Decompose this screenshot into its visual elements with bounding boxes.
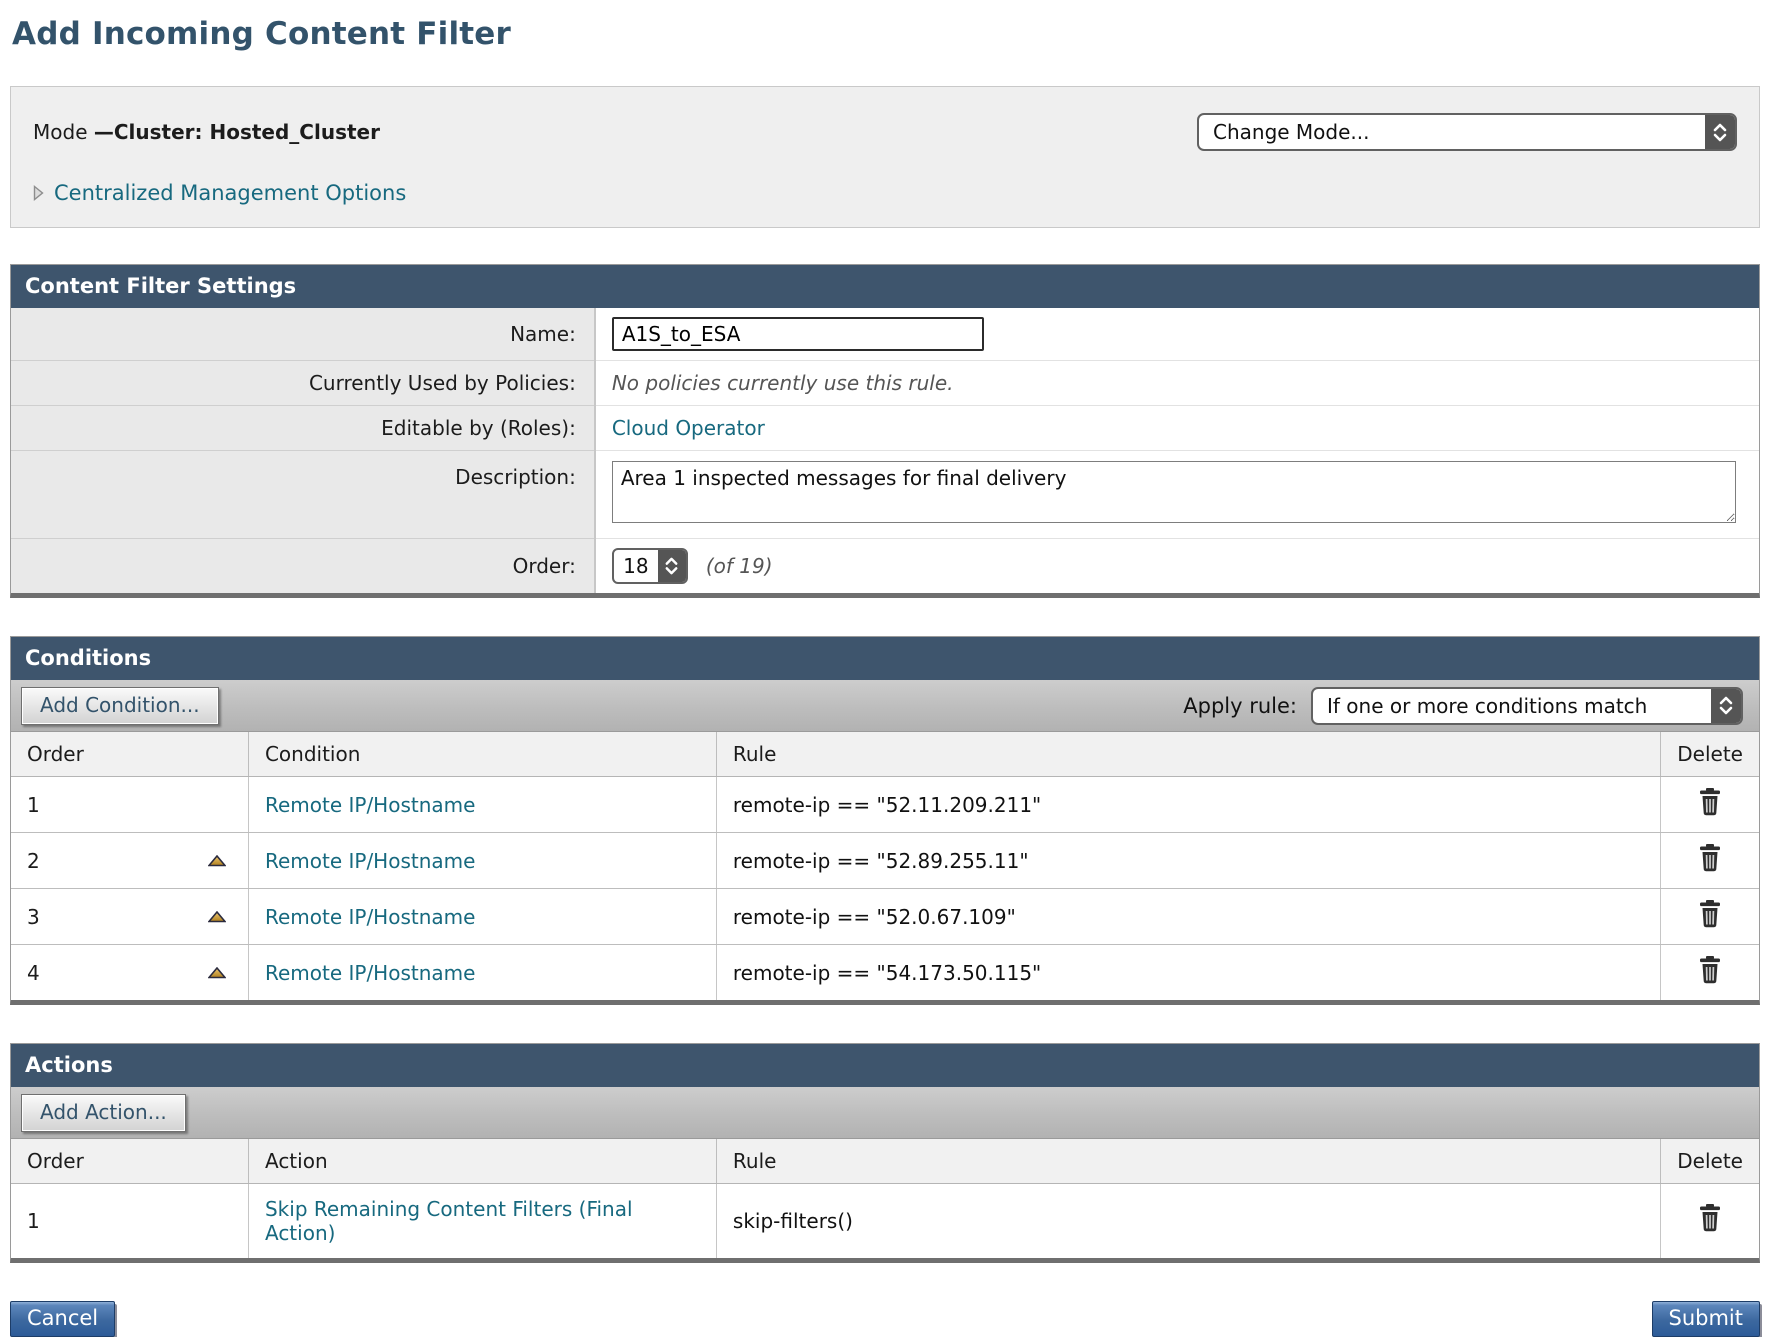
column-header-delete: Delete bbox=[1661, 732, 1759, 777]
policies-value: No policies currently use this rule. bbox=[612, 371, 954, 395]
table-row: Name: bbox=[11, 308, 1759, 361]
order-suffix: (of 19) bbox=[706, 554, 773, 578]
conditions-header: Conditions bbox=[11, 637, 1759, 680]
row-order: 4 bbox=[27, 961, 40, 985]
trash-icon[interactable] bbox=[1697, 1203, 1723, 1233]
change-mode-value: Change Mode... bbox=[1213, 120, 1693, 144]
content-filter-settings-panel: Content Filter Settings Name: Currently … bbox=[10, 264, 1760, 598]
column-header-condition: Condition bbox=[248, 732, 716, 777]
mode-panel: Mode —Cluster: Hosted_Cluster Change Mod… bbox=[10, 86, 1760, 228]
condition-link[interactable]: Remote IP/Hostname bbox=[265, 961, 475, 985]
trash-icon[interactable] bbox=[1697, 843, 1723, 873]
column-header-delete: Delete bbox=[1661, 1139, 1759, 1184]
cancel-button[interactable]: Cancel bbox=[10, 1301, 115, 1337]
add-action-button[interactable]: Add Action... bbox=[21, 1094, 186, 1132]
actions-table: Order Action Rule Delete 1 Skip Remainin… bbox=[11, 1139, 1759, 1258]
column-header-rule: Rule bbox=[716, 1139, 1660, 1184]
add-condition-button[interactable]: Add Condition... bbox=[21, 687, 219, 725]
editable-label: Editable by (Roles): bbox=[11, 406, 595, 451]
column-header-action: Action bbox=[248, 1139, 716, 1184]
select-stepper-icon bbox=[1711, 689, 1741, 723]
order-select[interactable]: 18 bbox=[612, 548, 688, 584]
description-textarea[interactable]: Area 1 inspected messages for final deli… bbox=[612, 461, 1736, 523]
select-stepper-icon bbox=[1705, 115, 1735, 149]
actions-toolbar: Add Action... bbox=[11, 1087, 1759, 1139]
mode-value: —Cluster: Hosted_Cluster bbox=[94, 120, 380, 144]
table-row: 4 Remote IP/Hostname remote-ip == "54.17… bbox=[11, 945, 1759, 1001]
condition-link[interactable]: Remote IP/Hostname bbox=[265, 849, 475, 873]
conditions-panel: Conditions Add Condition... Apply rule: … bbox=[10, 636, 1760, 1005]
table-row: 3 Remote IP/Hostname remote-ip == "52.0.… bbox=[11, 889, 1759, 945]
column-header-order: Order bbox=[11, 732, 248, 777]
apply-rule-select[interactable]: If one or more conditions match bbox=[1311, 687, 1743, 725]
conditions-header-row: Order Condition Rule Delete bbox=[11, 732, 1759, 777]
row-order: 1 bbox=[27, 793, 40, 817]
trash-icon[interactable] bbox=[1697, 787, 1723, 817]
settings-header: Content Filter Settings bbox=[11, 265, 1759, 308]
move-up-icon[interactable] bbox=[208, 911, 226, 923]
rule-text: skip-filters() bbox=[733, 1209, 853, 1233]
conditions-toolbar: Add Condition... Apply rule: If one or m… bbox=[11, 680, 1759, 732]
policies-label: Currently Used by Policies: bbox=[11, 361, 595, 406]
table-row: Editable by (Roles): Cloud Operator bbox=[11, 406, 1759, 451]
select-stepper-icon bbox=[658, 550, 686, 582]
editable-roles-link[interactable]: Cloud Operator bbox=[612, 416, 765, 440]
row-order: 3 bbox=[27, 905, 40, 929]
name-label: Name: bbox=[11, 308, 595, 361]
condition-link[interactable]: Remote IP/Hostname bbox=[265, 905, 475, 929]
condition-link[interactable]: Remote IP/Hostname bbox=[265, 793, 475, 817]
apply-rule-label: Apply rule: bbox=[1183, 694, 1297, 718]
rule-text: remote-ip == "54.173.50.115" bbox=[733, 961, 1041, 985]
move-up-icon[interactable] bbox=[208, 855, 226, 867]
column-header-order: Order bbox=[11, 1139, 248, 1184]
rule-text: remote-ip == "52.0.67.109" bbox=[733, 905, 1016, 929]
settings-table: Name: Currently Used by Policies: No pol… bbox=[11, 308, 1759, 593]
order-value: 18 bbox=[614, 554, 658, 578]
table-row: Description: Area 1 inspected messages f… bbox=[11, 451, 1759, 539]
change-mode-select[interactable]: Change Mode... bbox=[1197, 113, 1737, 151]
action-link[interactable]: Skip Remaining Content Filters (Final Ac… bbox=[265, 1197, 633, 1245]
mode-label: Mode bbox=[33, 120, 94, 144]
rule-text: remote-ip == "52.89.255.11" bbox=[733, 849, 1029, 873]
table-row: 1 Remote IP/Hostname remote-ip == "52.11… bbox=[11, 777, 1759, 833]
table-row: 2 Remote IP/Hostname remote-ip == "52.89… bbox=[11, 833, 1759, 889]
trash-icon[interactable] bbox=[1697, 899, 1723, 929]
footer-bar: Cancel Submit bbox=[10, 1301, 1760, 1337]
table-row: 1 Skip Remaining Content Filters (Final … bbox=[11, 1184, 1759, 1258]
actions-header: Actions bbox=[11, 1044, 1759, 1087]
actions-header-row: Order Action Rule Delete bbox=[11, 1139, 1759, 1184]
rule-text: remote-ip == "52.11.209.211" bbox=[733, 793, 1041, 817]
order-label: Order: bbox=[11, 539, 595, 594]
trash-icon[interactable] bbox=[1697, 955, 1723, 985]
disclosure-triangle-icon[interactable] bbox=[33, 185, 44, 201]
apply-rule-value: If one or more conditions match bbox=[1327, 694, 1699, 718]
move-up-icon[interactable] bbox=[208, 967, 226, 979]
actions-panel: Actions Add Action... Order Action Rule … bbox=[10, 1043, 1760, 1263]
table-row: Currently Used by Policies: No policies … bbox=[11, 361, 1759, 406]
centralized-management-link[interactable]: Centralized Management Options bbox=[54, 181, 406, 205]
name-input[interactable] bbox=[612, 317, 984, 351]
page-title: Add Incoming Content Filter bbox=[12, 16, 1760, 52]
row-order: 1 bbox=[27, 1209, 40, 1233]
mode-text: Mode —Cluster: Hosted_Cluster bbox=[33, 120, 380, 144]
conditions-table: Order Condition Rule Delete 1 Remote IP/… bbox=[11, 732, 1759, 1000]
column-header-rule: Rule bbox=[716, 732, 1660, 777]
description-label: Description: bbox=[11, 451, 595, 539]
table-row: Order: 18 (of 19) bbox=[11, 539, 1759, 594]
submit-button[interactable]: Submit bbox=[1652, 1301, 1761, 1337]
row-order: 2 bbox=[27, 849, 40, 873]
